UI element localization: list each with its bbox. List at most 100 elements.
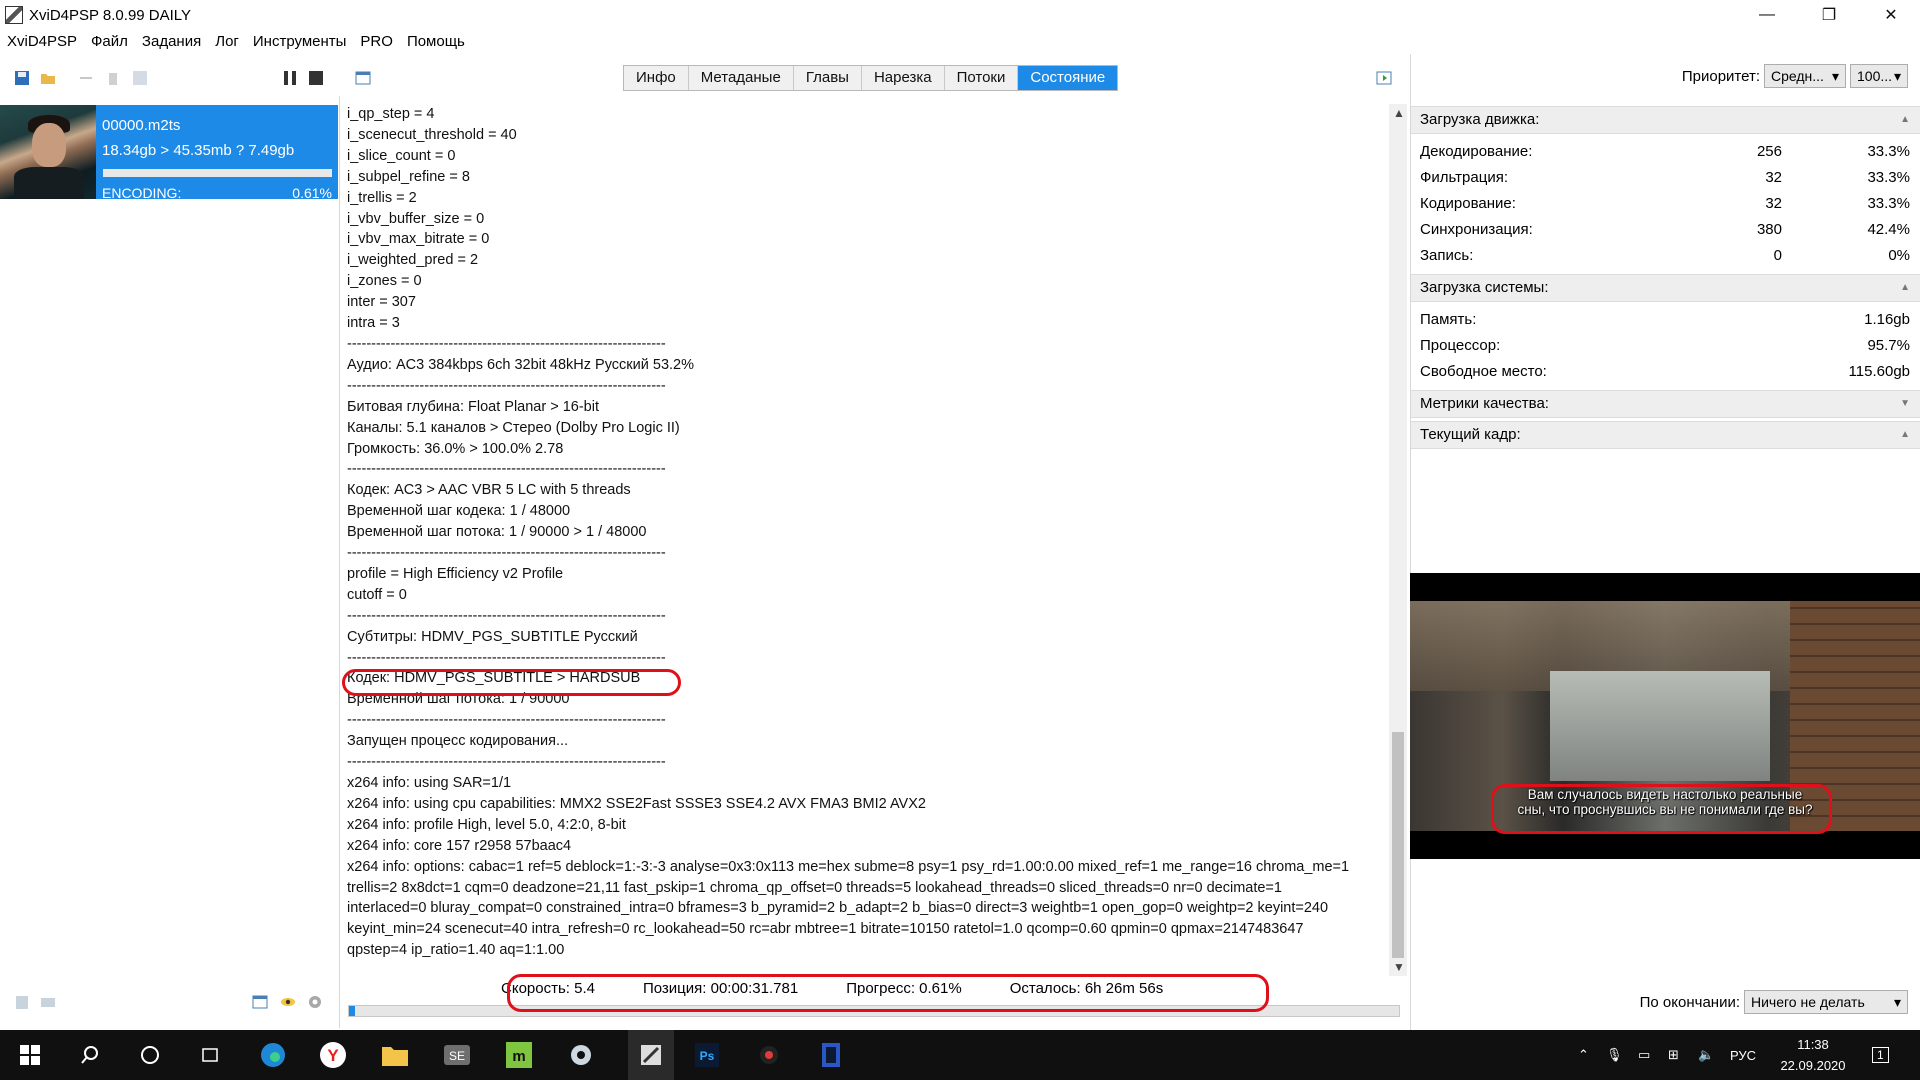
on-finish-select[interactable]: Ничего не делать ▾ [1744,990,1908,1014]
notifications-icon[interactable]: 1 [1872,1030,1889,1080]
log-line: x264 info: core 157 r2958 57baac4 [347,837,572,854]
menu-pro[interactable]: PRO [353,30,400,54]
engine-row: Кодирование: 32 33.3% [1420,195,1910,212]
collapse-icon: ▲ [1900,114,1910,125]
system-clock[interactable]: 11:38 22.09.2020 [1773,1034,1853,1076]
menu-log[interactable]: Лог [208,30,246,54]
tab-trim[interactable]: Нарезка [862,66,945,90]
menu-xvid4psp[interactable]: XviD4PSP [0,30,84,54]
tab-streams[interactable]: Потоки [945,66,1019,90]
svg-text:m: m [512,1048,525,1065]
priority-select[interactable]: Средн... ▾ [1764,64,1846,88]
menu-help[interactable]: Помощь [400,30,472,54]
panel-toggle-icon[interactable] [1376,70,1392,86]
log-line: Каналы: 5.1 каналов > Стерео (Dolby Pro … [347,419,680,436]
log-line: trellis=2 8x8dct=1 cqm=0 deadzone=21,11 … [347,879,1282,896]
eye-icon[interactable] [280,994,296,1010]
pause-icon[interactable] [282,70,298,86]
yandex-browser-icon[interactable]: Y [318,1040,348,1070]
xvid4psp-taskbar-icon[interactable] [628,1030,674,1080]
engine-load-header[interactable]: Загрузка движка: ▲ [1411,106,1920,134]
tab-status[interactable]: Состояние [1018,66,1118,90]
quality-metrics-header[interactable]: Метрики качества: ▼ [1411,390,1920,418]
expand-icon: ▼ [1900,398,1910,409]
save-queue-icon[interactable] [14,70,30,86]
log-line: ----------------------------------------… [347,754,666,771]
priority-percent-select[interactable]: 100... ▾ [1850,64,1908,88]
input-language[interactable]: РУС [1730,1030,1756,1080]
settings-gear-icon[interactable] [566,1040,596,1070]
task-status: ENCODING: [102,185,182,201]
edge-browser-icon[interactable] [258,1040,288,1070]
priority-control: Приоритет: Средн... ▾ 100... ▾ [1682,64,1908,88]
windows-start-icon[interactable] [15,1040,45,1070]
tray-chevron-up-icon[interactable]: ⌃ [1578,1030,1589,1080]
log-line: intra = 3 [347,315,400,332]
system-row: Процессор: 95.7% [1420,337,1910,354]
remove-icon[interactable] [78,70,94,86]
svg-text:Y: Y [327,1046,339,1065]
tab-info[interactable]: Инфо [624,66,689,90]
close-button[interactable]: ✕ [1862,0,1920,30]
annotation-circle-status [507,974,1269,1012]
gear-icon[interactable] [307,994,323,1010]
queue-toolbar [0,60,340,94]
search-icon[interactable] [75,1040,105,1070]
stop-icon[interactable] [308,70,324,86]
queue-task-item[interactable]: 00000.m2ts 18.34gb > 45.35mb ? 7.49gb EN… [0,105,338,201]
photoshop-icon[interactable]: Ps [692,1040,722,1070]
tab-metadata[interactable]: Метаданые [689,66,794,90]
current-frame-header[interactable]: Текущий кадр: ▲ [1411,421,1920,449]
svg-text:Ps: Ps [700,1049,715,1063]
log-line: Громкость: 36.0% > 100.0% 2.78 [347,440,564,457]
collapse-icon: ▲ [1900,282,1910,293]
engine-row: Фильтрация: 32 33.3% [1420,169,1910,186]
clipboard-icon[interactable] [14,994,30,1010]
task-percent: 0.61% [292,185,332,201]
open-folder-icon[interactable] [40,70,56,86]
tab-chapters[interactable]: Главы [794,66,862,90]
menu-tools[interactable]: Инструменты [246,30,354,54]
task-file-name: 00000.m2ts [102,117,181,134]
menu-file[interactable]: Файл [84,30,135,54]
app-se-icon[interactable]: SE [442,1040,472,1070]
queue-bottom-bar [0,978,340,1028]
chevron-down-icon: ▾ [1893,994,1901,1010]
media-app-icon[interactable] [754,1040,784,1070]
system-row: Свободное место: 115.60gb [1420,363,1910,380]
log-line: i_trellis = 2 [347,189,417,206]
log-line: keyint_min=24 scenecut=40 intra_refresh=… [347,921,1304,938]
battery-icon[interactable]: ▭ [1638,1030,1650,1080]
system-load-header[interactable]: Загрузка системы: ▲ [1411,274,1920,302]
volume-icon[interactable]: 🔈 [1698,1030,1714,1080]
cortana-icon[interactable] [135,1040,165,1070]
task-view-icon[interactable] [195,1040,225,1070]
log-line: Запущен процесс кодирования... [347,733,569,750]
minimize-button[interactable]: — [1738,0,1796,30]
mkvtoolnix-icon[interactable]: m [504,1040,534,1070]
scroll-thumb[interactable] [1392,732,1404,958]
queue-panel: 00000.m2ts 18.34gb > 45.35mb ? 7.49gb EN… [0,96,340,978]
scroll-down-arrow[interactable]: ▼ [1393,960,1405,974]
scroll-up-arrow[interactable]: ▲ [1393,106,1405,120]
log-line: ----------------------------------------… [347,712,666,729]
delete-icon[interactable] [105,70,121,86]
log-line: i_vbv_buffer_size = 0 [347,210,485,227]
window-layout-icon[interactable] [355,70,371,86]
encoding-log[interactable]: i_qp_step = 4 i_scenecut_threshold = 40 i_… [341,104,1389,974]
file-explorer-icon[interactable] [380,1040,410,1070]
microphone-icon[interactable]: 🎙 [1606,1030,1623,1080]
log-line: i_zones = 0 [347,273,422,290]
maximize-button[interactable]: ❐ [1800,0,1858,30]
log-scrollbar[interactable]: ▲ ▼ [1389,104,1407,976]
film-strip-icon[interactable] [816,1040,846,1070]
log-line: x264 info: profile High, level 5.0, 4:2:… [347,816,626,833]
menu-bar: XviD4PSP Файл Задания Лог Инструменты PR… [0,30,1920,54]
network-icon[interactable]: ⊞ [1668,1030,1679,1080]
annotation-circle-codec [342,669,681,696]
log-line: Временной шаг потока: 1 / 90000 > 1 / 48… [347,524,647,541]
save-disabled-icon[interactable] [132,70,148,86]
menu-tasks[interactable]: Задания [135,30,208,54]
book-icon[interactable] [40,994,56,1010]
window-icon[interactable] [252,994,268,1010]
